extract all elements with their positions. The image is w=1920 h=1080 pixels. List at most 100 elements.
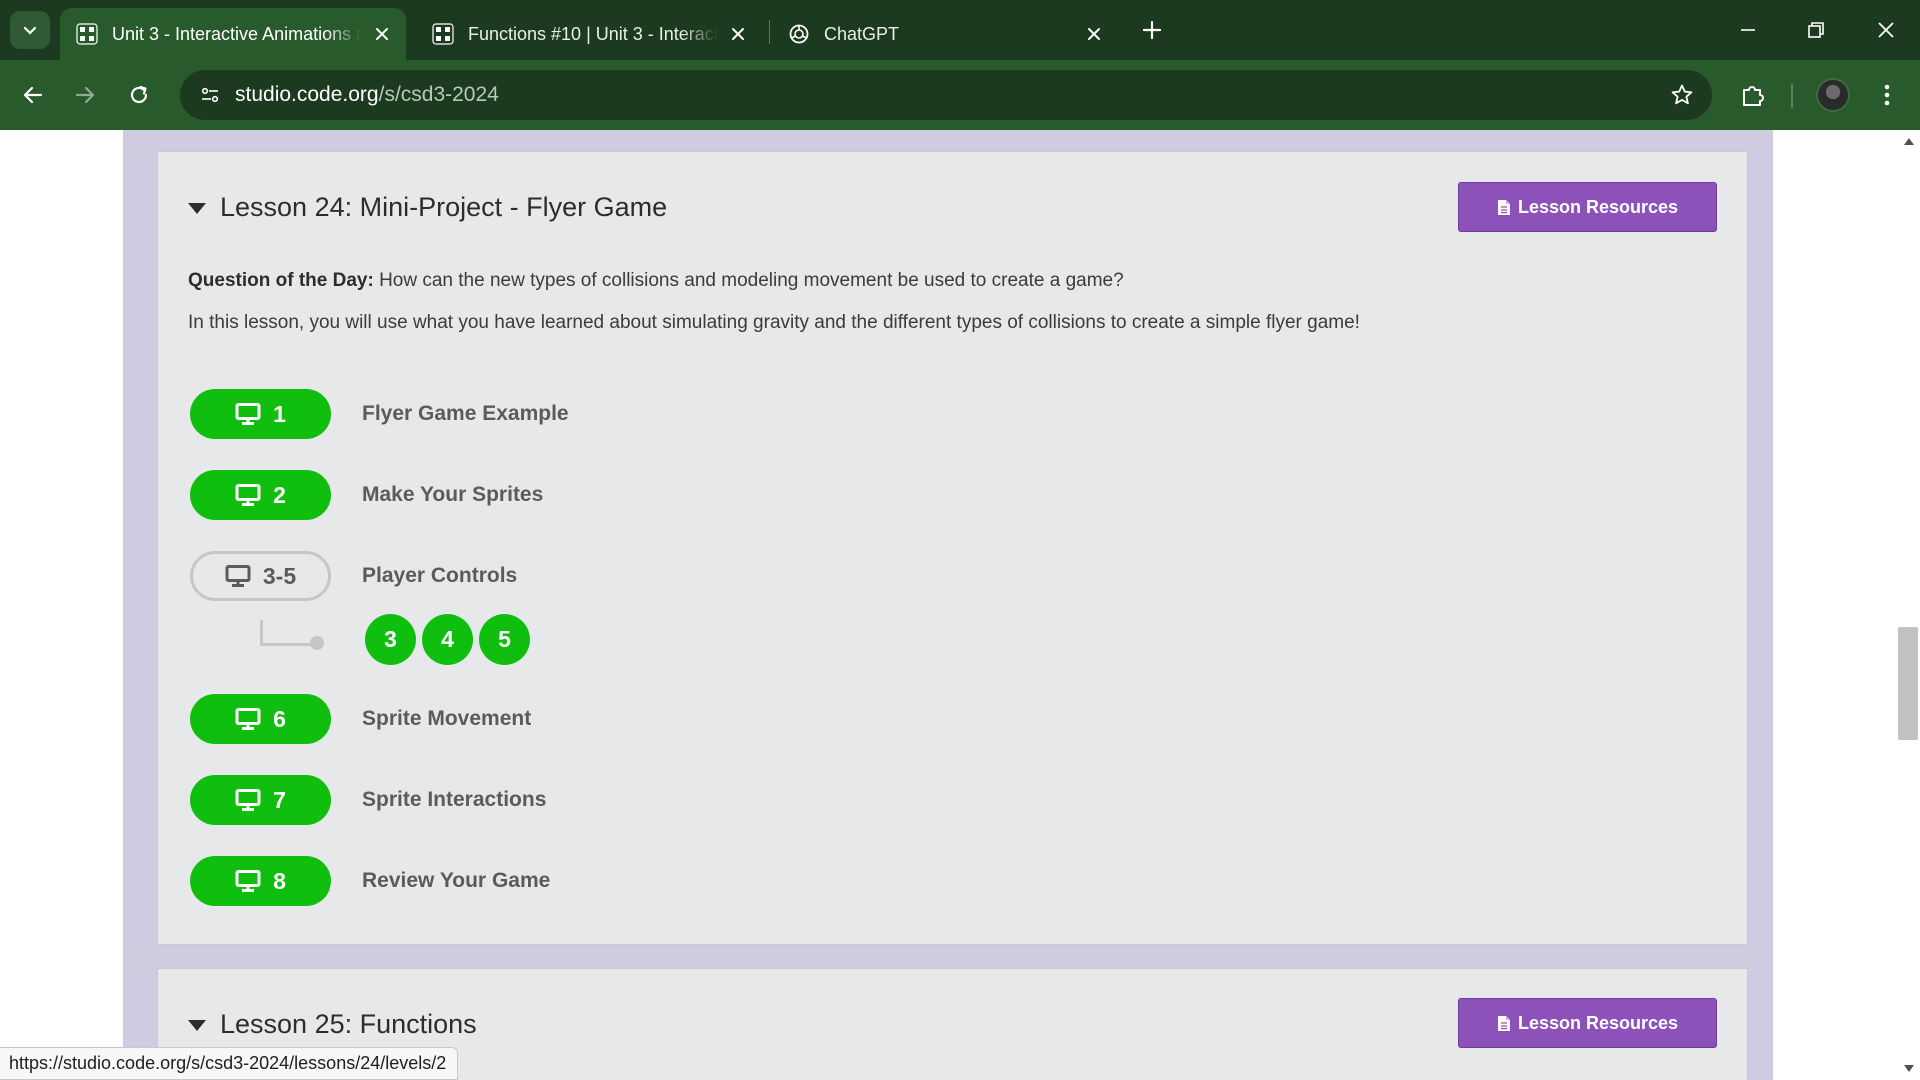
level-number: 1: [273, 400, 286, 427]
level-number: 2: [273, 481, 286, 508]
desktop-icon: [235, 870, 261, 892]
level-group-bubble[interactable]: 3-5: [190, 551, 331, 601]
browser-tab-bar: Unit 3 - Interactive Animations and Game…: [0, 0, 1920, 60]
level-number: 8: [273, 867, 286, 894]
tab-unit3[interactable]: Unit 3 - Interactive Animations and Game…: [60, 8, 406, 60]
lesson-header[interactable]: Lesson 25: Functions: [188, 1009, 477, 1040]
url-text: studio.code.org/s/csd3-2024: [235, 83, 499, 107]
level-number: 6: [273, 705, 286, 732]
level-name[interactable]: Player Controls: [362, 564, 517, 588]
lesson-header[interactable]: Lesson 24: Mini-Project - Flyer Game: [188, 192, 667, 223]
level-row[interactable]: 1 Flyer Game Example: [190, 389, 569, 439]
level-number: 7: [273, 786, 286, 813]
close-tab-icon[interactable]: [368, 20, 396, 48]
minimize-icon: [1741, 29, 1755, 31]
tab-title: ChatGPT: [824, 23, 900, 44]
sublevel-connector-dot: [310, 636, 324, 650]
url-host: studio.code.org: [235, 83, 379, 106]
file-icon: [1497, 1015, 1511, 1032]
level-number: 3-5: [262, 562, 297, 589]
plus-icon: [1142, 20, 1162, 40]
chevron-down-icon: [23, 26, 37, 35]
restore-window-button[interactable]: [1782, 0, 1850, 60]
level-row[interactable]: 3-5 Player Controls: [190, 551, 517, 601]
level-bubble[interactable]: 1: [190, 389, 331, 439]
profile-avatar[interactable]: [1816, 78, 1850, 112]
scroll-up-arrow-icon[interactable]: [1904, 138, 1914, 145]
file-icon: [1497, 199, 1511, 216]
new-tab-button[interactable]: [1136, 14, 1168, 46]
desktop-icon: [235, 708, 261, 730]
close-window-button[interactable]: [1852, 0, 1920, 60]
page-content: Lesson 24: Mini-Project - Flyer Game Les…: [0, 130, 1920, 1080]
reload-icon: [130, 85, 148, 104]
back-button[interactable]: [14, 76, 52, 114]
reload-button[interactable]: [120, 76, 158, 114]
restore-icon: [1808, 22, 1824, 38]
desktop-icon: [235, 403, 261, 425]
level-bubble[interactable]: 7: [190, 775, 331, 825]
arrow-right-icon: [75, 86, 95, 104]
caret-down-icon[interactable]: [188, 203, 206, 214]
qotd-text: How can the new types of collisions and …: [373, 270, 1124, 291]
level-row[interactable]: 6 Sprite Movement: [190, 694, 531, 744]
puzzle-icon: [1743, 86, 1764, 106]
close-icon: [1878, 22, 1894, 38]
lesson-resources-label: Lesson Resources: [1517, 196, 1679, 217]
question-of-the-day: Question of the Day: How can the new typ…: [188, 270, 1124, 292]
lesson-title: Lesson 25: Functions: [220, 1009, 477, 1039]
desktop-icon: [235, 484, 261, 506]
scrollbar-thumb[interactable]: [1898, 627, 1918, 740]
tab-chatgpt[interactable]: ChatGPT: [772, 8, 1118, 60]
browser-toolbar: studio.code.org/s/csd3-2024: [0, 60, 1920, 130]
level-name[interactable]: Flyer Game Example: [362, 402, 569, 426]
bookmark-button[interactable]: [1666, 79, 1698, 111]
arrow-left-icon: [23, 86, 43, 104]
level-row[interactable]: 2 Make Your Sprites: [190, 470, 543, 520]
sublevel-bubble[interactable]: 3: [365, 614, 416, 665]
qotd-label: Question of the Day:: [188, 270, 374, 291]
caret-down-icon[interactable]: [188, 1020, 206, 1031]
lesson-description: In this lesson, you will use what you ha…: [188, 312, 1360, 333]
level-name[interactable]: Sprite Movement: [362, 707, 531, 731]
more-vertical-icon: [1884, 84, 1890, 106]
sublevel-bubble[interactable]: 5: [479, 614, 530, 665]
level-name[interactable]: Make Your Sprites: [362, 483, 543, 507]
lesson-card: Lesson 24: Mini-Project - Flyer Game Les…: [157, 151, 1748, 945]
level-row[interactable]: 7 Sprite Interactions: [190, 775, 546, 825]
level-bubble[interactable]: 2: [190, 470, 331, 520]
level-name[interactable]: Review Your Game: [362, 869, 550, 893]
lesson-title: Lesson 24: Mini-Project - Flyer Game: [220, 192, 668, 222]
status-url-preview: https://studio.code.org/s/csd3-2024/less…: [0, 1047, 459, 1080]
scrollbar[interactable]: [1897, 130, 1920, 1080]
codeorg-favicon-icon: [74, 21, 100, 47]
scroll-down-arrow-icon[interactable]: [1904, 1065, 1914, 1072]
level-row[interactable]: 8 Review Your Game: [190, 856, 550, 906]
minimize-window-button[interactable]: [1714, 0, 1782, 60]
desktop-icon: [235, 789, 261, 811]
sublevel-bubble[interactable]: 4: [422, 614, 473, 665]
forward-button[interactable]: [66, 76, 104, 114]
address-bar[interactable]: studio.code.org/s/csd3-2024: [180, 70, 1712, 120]
sublevel-connector: [260, 620, 316, 646]
site-info-icon[interactable]: [194, 79, 226, 111]
tab-functions[interactable]: Functions #10 | Unit 3 - Interactive Ani…: [416, 8, 762, 60]
extensions-button[interactable]: [1734, 76, 1772, 114]
browser-menu-button[interactable]: [1868, 76, 1906, 114]
close-tab-icon[interactable]: [724, 20, 752, 48]
tab-separator: [769, 20, 770, 44]
level-name[interactable]: Sprite Interactions: [362, 788, 546, 812]
star-icon: [1671, 84, 1693, 105]
codeorg-favicon-icon: [430, 21, 456, 47]
chatgpt-logo-icon: [786, 21, 812, 47]
lesson-resources-button[interactable]: Lesson Resources: [1458, 998, 1717, 1048]
tab-title: Unit 3 - Interactive Animations and Game…: [112, 23, 362, 44]
level-bubble[interactable]: 8: [190, 856, 331, 906]
close-tab-icon[interactable]: [1080, 20, 1108, 48]
tab-search-button[interactable]: [10, 11, 50, 49]
lesson-resources-button[interactable]: Lesson Resources: [1458, 182, 1717, 232]
level-bubble[interactable]: 6: [190, 694, 331, 744]
sublevel-bubbles: 3 4 5: [365, 614, 536, 665]
lesson-resources-label: Lesson Resources: [1517, 1012, 1679, 1033]
desktop-icon: [225, 565, 251, 587]
